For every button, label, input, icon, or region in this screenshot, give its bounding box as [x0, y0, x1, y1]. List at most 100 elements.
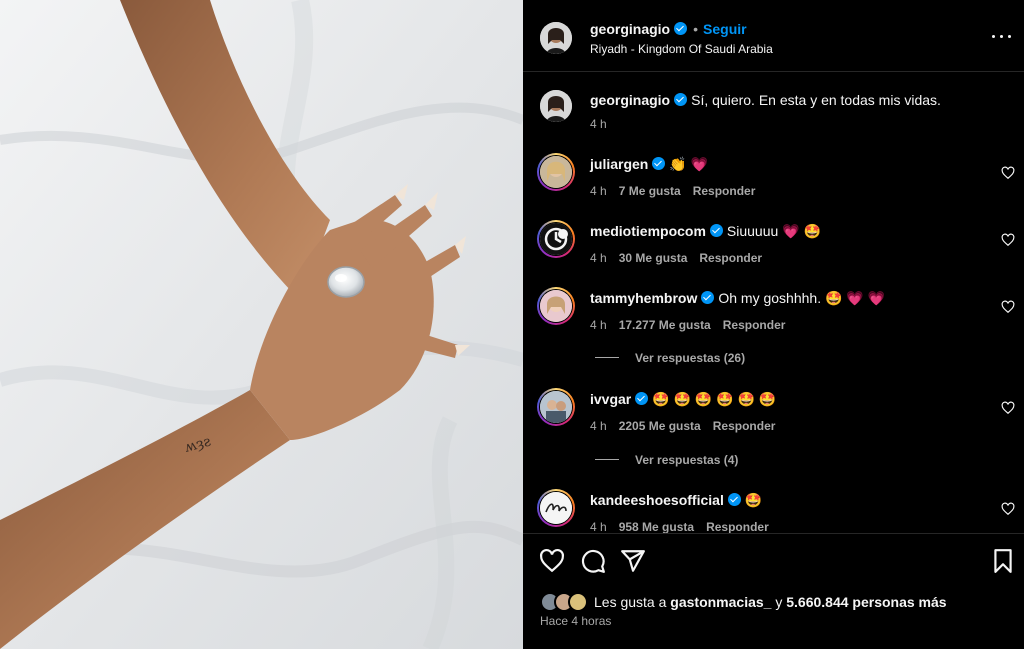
- comment-meta: 4 h 2205 Me gusta Responder: [590, 419, 787, 433]
- commenter-avatar: [540, 492, 572, 524]
- author-avatar[interactable]: [540, 90, 572, 122]
- verified-badge-icon: [709, 224, 723, 237]
- comment-like-heart-icon[interactable]: [1001, 233, 1015, 247]
- comment-line: kandeeshoesofficial 🤩: [590, 492, 762, 509]
- comment-line: mediotiempocom Siuuuuu 💗 🤩: [590, 223, 821, 240]
- caption-text: Sí, quiero. En esta y en todas mis vidas…: [691, 92, 941, 108]
- comment-likes[interactable]: 17.277 Me gusta: [619, 318, 711, 332]
- likes-mid: y: [775, 594, 783, 610]
- author-avatar-image: [540, 22, 572, 54]
- story-ring[interactable]: [537, 489, 575, 527]
- commenter-avatar: [540, 391, 572, 423]
- reply-button[interactable]: Responder: [693, 184, 756, 198]
- caption-text-line: georginagio Sí, quiero. En esta y en toda…: [590, 92, 941, 108]
- commenter-avatar-image: [540, 223, 572, 255]
- likes-summary: Les gusta a gastonmacias_ y 5.660.844 pe…: [594, 594, 947, 610]
- comment-like-heart-icon[interactable]: [1001, 401, 1015, 415]
- caption-meta: 4 h: [590, 117, 619, 131]
- post-location[interactable]: Riyadh - Kingdom Of Saudi Arabia: [590, 42, 773, 56]
- story-ring[interactable]: [537, 153, 575, 191]
- comment-like-heart-icon[interactable]: [1001, 502, 1015, 516]
- post-header: georginagio • Seguir Riyadh - Kingdom Of S…: [523, 0, 1024, 72]
- comment-meta: 4 h 958 Me gusta Responder: [590, 520, 781, 533]
- commenter-avatar-image: [540, 156, 572, 188]
- comment-time: 4 h: [590, 520, 607, 533]
- comment-username[interactable]: ivvgar: [590, 391, 631, 407]
- comment-likes[interactable]: 7 Me gusta: [619, 184, 681, 198]
- comment-line: ivvgar 🤩 🤩 🤩 🤩 🤩 🤩: [590, 391, 776, 408]
- likes-count[interactable]: 5.660.844 personas más: [786, 594, 946, 610]
- likes-prefix: Les gusta a: [594, 594, 667, 610]
- replies-divider: [595, 357, 619, 358]
- reply-button[interactable]: Responder: [723, 318, 786, 332]
- more-options-icon[interactable]: [990, 28, 1014, 44]
- comment-username[interactable]: tammyhembrow: [590, 290, 697, 306]
- post-time[interactable]: Hace 4 horas: [540, 614, 611, 628]
- heart-icon[interactable]: [539, 548, 565, 574]
- liker-avatar: [568, 592, 588, 612]
- verified-badge-icon: [701, 291, 715, 304]
- comment-line: tammyhembrow Oh my goshhhh. 🤩 💗 💗: [590, 290, 885, 307]
- comment-meta: 4 h 17.277 Me gusta Responder: [590, 318, 797, 332]
- bookmark-icon[interactable]: [990, 548, 1016, 574]
- comment-username[interactable]: kandeeshoesofficial: [590, 492, 724, 508]
- comment-meta: 4 h 30 Me gusta Responder: [590, 251, 774, 265]
- commenter-avatar: [540, 290, 572, 322]
- comment-text: Oh my goshhhh. 🤩 💗 💗: [718, 290, 886, 306]
- author-line: georginagio • Seguir: [590, 21, 747, 37]
- comment-time: 4 h: [590, 251, 607, 265]
- story-ring[interactable]: [537, 388, 575, 426]
- commenter-avatar-image: [540, 290, 572, 322]
- comment-text: 🤩: [744, 492, 763, 508]
- story-ring[interactable]: [537, 220, 575, 258]
- view-replies-button[interactable]: Ver respuestas (4): [595, 453, 738, 467]
- comment-likes[interactable]: 2205 Me gusta: [619, 419, 701, 433]
- separator-dot: •: [693, 21, 699, 37]
- comment-meta: 4 h 7 Me gusta Responder: [590, 184, 767, 198]
- comment-time: 4 h: [590, 184, 607, 198]
- reply-button[interactable]: Responder: [713, 419, 776, 433]
- verified-badge-icon: [635, 392, 649, 405]
- comment-time: 4 h: [590, 419, 607, 433]
- caption-avatar-image: [540, 90, 572, 122]
- comment-text: 👏 💗: [669, 156, 709, 172]
- view-replies-label: Ver respuestas (26): [635, 351, 746, 365]
- comment-likes[interactable]: 30 Me gusta: [619, 251, 688, 265]
- reply-button[interactable]: Responder: [706, 520, 769, 533]
- comment-username[interactable]: juliargen: [590, 156, 648, 172]
- post-detail-panel: georginagio • Seguir Riyadh - Kingdom Of S…: [523, 0, 1024, 649]
- comment-time: 4 h: [590, 318, 607, 332]
- comment-line: juliargen 👏 💗: [590, 156, 708, 173]
- story-ring[interactable]: [537, 287, 575, 325]
- comment-likes[interactable]: 958 Me gusta: [619, 520, 694, 533]
- commenter-avatar-image: [540, 492, 572, 524]
- commenter-avatar: [540, 156, 572, 188]
- view-replies-button[interactable]: Ver respuestas (26): [595, 351, 745, 365]
- commenter-avatar: [540, 223, 572, 255]
- post-image[interactable]: ʍȝƨ: [0, 0, 523, 649]
- comment-username[interactable]: mediotiempocom: [590, 223, 706, 239]
- reply-button[interactable]: Responder: [699, 251, 762, 265]
- liker-username[interactable]: gastonmacias_: [670, 594, 771, 610]
- caption-time: 4 h: [590, 117, 607, 131]
- verified-badge-icon: [674, 93, 688, 106]
- comment-text: Siuuuuu 💗 🤩: [726, 223, 821, 239]
- comment-like-heart-icon[interactable]: [1001, 300, 1015, 314]
- verified-badge-icon: [652, 157, 666, 170]
- verified-badge-icon: [674, 22, 688, 35]
- comments-list[interactable]: georginagio Sí, quiero. En esta y en toda…: [523, 73, 1024, 533]
- share-icon[interactable]: [620, 548, 646, 574]
- comment-icon[interactable]: [580, 548, 606, 574]
- view-replies-label: Ver respuestas (4): [635, 453, 739, 467]
- caption-username[interactable]: georginagio: [590, 92, 670, 108]
- author-avatar[interactable]: [540, 22, 572, 54]
- author-username[interactable]: georginagio: [590, 21, 670, 37]
- commenter-avatar-image: [540, 391, 572, 423]
- comment-text: 🤩 🤩 🤩 🤩 🤩 🤩: [652, 391, 777, 407]
- post-photo-illustration: ʍȝƨ: [0, 0, 523, 649]
- verified-badge-icon: [727, 493, 741, 506]
- post-actions: Les gusta a gastonmacias_ y 5.660.844 pe…: [523, 533, 1024, 649]
- follow-button[interactable]: Seguir: [703, 21, 747, 37]
- replies-divider: [595, 459, 619, 460]
- comment-like-heart-icon[interactable]: [1001, 166, 1015, 180]
